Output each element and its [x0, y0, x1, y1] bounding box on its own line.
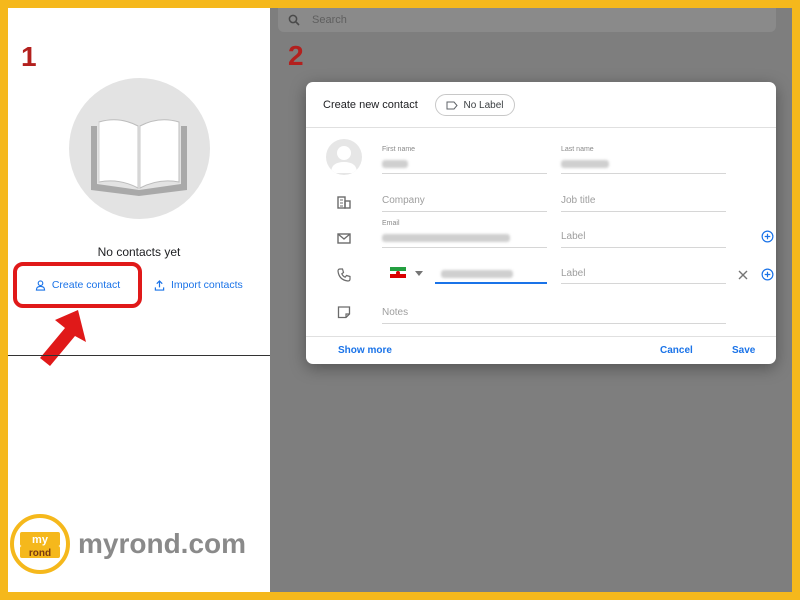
first-name-field[interactable]: First name [382, 146, 547, 174]
email-field[interactable]: Email [382, 220, 547, 248]
create-contact-button[interactable]: Create contact [13, 262, 142, 308]
import-contacts-label: Import contacts [171, 279, 243, 291]
myrond-logo: my rond [10, 514, 70, 574]
add-phone-icon[interactable] [761, 268, 774, 281]
chevron-down-icon[interactable] [415, 271, 423, 276]
phone-type-placeholder: Label [561, 268, 586, 279]
watermark-text: myrond.com [78, 528, 247, 559]
notes-placeholder: Notes [382, 307, 409, 318]
first-name-label: First name [382, 146, 416, 153]
search-placeholder: Search [312, 14, 347, 26]
upload-icon [154, 279, 165, 291]
iran-flag-icon[interactable] [390, 267, 406, 278]
company-field[interactable]: Company [382, 190, 547, 212]
create-contact-label: Create contact [51, 279, 121, 291]
close-icon[interactable] [738, 270, 748, 280]
building-icon [337, 196, 351, 209]
phone-type-field[interactable]: Label [561, 262, 726, 284]
last-name-field[interactable]: Last name [561, 146, 726, 174]
empty-state-illustration [69, 78, 210, 219]
cancel-button[interactable]: Cancel [660, 345, 693, 356]
search-bar[interactable]: Search [278, 8, 776, 32]
step-number-2: 2 [288, 40, 304, 71]
label-chip-text: No Label [463, 99, 504, 111]
first-name-value-blurred [382, 160, 408, 168]
red-arrow-icon [40, 310, 86, 366]
dialog-footer: Show more Cancel Save [306, 336, 776, 364]
label-chip-button[interactable]: No Label [435, 94, 515, 116]
label-tag-icon [446, 101, 459, 109]
notes-icon [337, 306, 351, 319]
show-more-button[interactable]: Show more [338, 345, 392, 356]
avatar[interactable] [326, 139, 362, 175]
email-type-placeholder: Label [561, 231, 586, 242]
open-book-icon [91, 119, 187, 196]
phone-icon [337, 268, 351, 282]
myrond-logo-mark: my rond [20, 532, 60, 559]
last-name-value-blurred [561, 160, 609, 168]
phone-field[interactable] [435, 262, 547, 284]
search-icon [288, 14, 300, 26]
email-type-field[interactable]: Label [561, 226, 726, 248]
avatar-person-icon [331, 146, 357, 173]
dimmed-backdrop: Search 2 Create new contact No Label Fir… [270, 8, 792, 592]
create-contact-dialog: Create new contact No Label First name L… [306, 82, 776, 364]
email-label: Email [382, 220, 400, 227]
dialog-header: Create new contact No Label [306, 82, 776, 128]
logo-bottom-text: rond [29, 548, 51, 559]
screenshot-frame: 1 No contacts yet Create contact Import … [8, 8, 792, 592]
empty-state-text: No contacts yet [97, 245, 181, 259]
panel-divider [8, 355, 270, 356]
company-placeholder: Company [382, 195, 425, 206]
step-number-1: 1 [21, 41, 37, 72]
job-title-placeholder: Job title [561, 195, 596, 206]
mail-icon [337, 233, 351, 244]
notes-field[interactable]: Notes [382, 300, 726, 324]
import-contacts-button[interactable]: Import contacts [154, 279, 243, 291]
logo-top-text: my [32, 534, 49, 546]
person-icon [35, 279, 46, 291]
save-button[interactable]: Save [732, 345, 755, 356]
last-name-label: Last name [561, 146, 594, 153]
phone-value-blurred [441, 270, 513, 278]
add-email-icon[interactable] [761, 230, 774, 243]
dialog-title: Create new contact [323, 99, 418, 111]
contacts-empty-panel: 1 No contacts yet Create contact Import … [8, 8, 270, 592]
email-value-blurred [382, 234, 510, 242]
job-title-field[interactable]: Job title [561, 190, 726, 212]
